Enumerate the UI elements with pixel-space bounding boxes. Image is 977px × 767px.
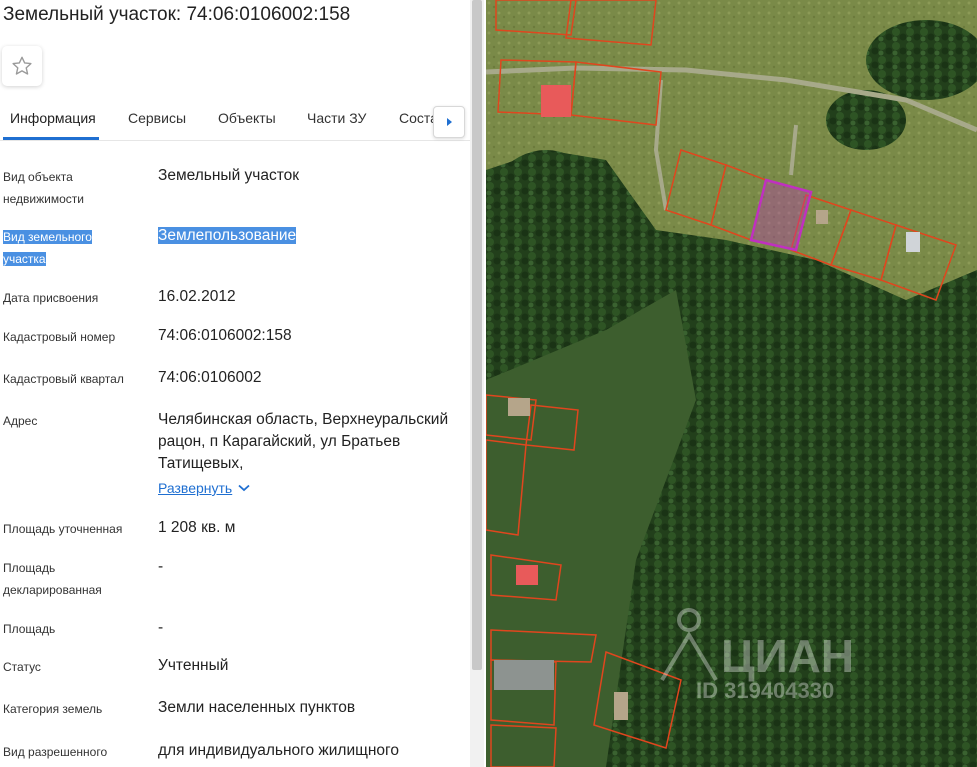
watermark-id: ID 319404330 xyxy=(696,678,834,703)
tab-parts[interactable]: Части ЗУ xyxy=(307,110,366,126)
field-value-cadastral-quarter: 74:06:0106002 xyxy=(158,369,262,386)
house-roof xyxy=(906,232,920,252)
chevron-down-icon xyxy=(238,484,250,492)
house-roof xyxy=(541,85,571,117)
field-value-assignment-date: 16.02.2012 xyxy=(158,288,236,305)
panel-scrollbar[interactable] xyxy=(470,0,484,767)
satellite-map[interactable]: ЦИАН ID 319404330 xyxy=(486,0,977,767)
field-label-cadastral-number: Кадастровый номер xyxy=(3,330,116,344)
expand-label: Развернуть xyxy=(158,480,233,496)
field-value-object-type: Земельный участок xyxy=(158,167,300,184)
field-label-area: Площадь xyxy=(3,622,56,636)
expand-address-link[interactable]: Развернуть xyxy=(158,480,250,496)
chevron-right-icon xyxy=(447,118,452,126)
house-roof xyxy=(614,692,628,720)
field-label-assignment-date: Дата присвоения xyxy=(3,291,99,305)
active-tab-indicator xyxy=(3,137,99,140)
field-value-land-category: Земли населенных пунктов xyxy=(158,699,356,716)
field-value-area: - xyxy=(158,619,164,636)
field-value-land-type: Землепользование xyxy=(158,225,458,247)
field-label-object-type: Вид объекта недвижимости xyxy=(3,170,84,206)
tab-services[interactable]: Сервисы xyxy=(128,110,186,126)
house-roof xyxy=(816,210,828,224)
highlighted-text: Вид земельного участка xyxy=(3,230,92,266)
field-label-land-type: Вид земельного участка xyxy=(3,226,103,270)
tab-information[interactable]: Информация xyxy=(10,110,96,126)
highlighted-text: Землепользование xyxy=(158,227,297,244)
field-label-status: Статус xyxy=(3,660,41,674)
field-value-address: Челябинская область, Верхнеуральский рац… xyxy=(158,411,449,472)
field-value-permitted-use: для индивидуального жилищного xyxy=(158,742,399,759)
field-value-cadastral-number: 74:06:0106002:158 xyxy=(158,327,292,344)
page-title: Земельный участок: 74:06:0106002:158 xyxy=(3,4,351,25)
field-value-area-specified: 1 208 кв. м xyxy=(158,519,236,536)
tab-objects[interactable]: Объекты xyxy=(218,110,276,126)
field-value-status: Учтенный xyxy=(158,657,229,674)
tab-bar: Информация Сервисы Объекты Части ЗУ Сост… xyxy=(0,100,470,141)
field-label-area-specified: Площадь уточненная xyxy=(3,522,123,536)
house-roof xyxy=(516,565,538,585)
field-label-area-declared: Площадь декларированная xyxy=(3,561,102,597)
watermark-brand: ЦИАН xyxy=(721,630,854,682)
info-panel: Земельный участок: 74:06:0106002:158 Инф… xyxy=(0,0,470,767)
star-icon xyxy=(12,56,32,75)
map-canvas: ЦИАН ID 319404330 xyxy=(486,0,977,767)
house-roof xyxy=(508,398,530,416)
favorite-button[interactable] xyxy=(2,46,42,86)
tabs-scroll-right-button[interactable] xyxy=(433,106,465,138)
field-value-area-declared: - xyxy=(158,558,164,575)
field-label-permitted-use: Вид разрешенного xyxy=(3,745,108,759)
field-label-land-category: Категория земель xyxy=(3,702,103,716)
scrollbar-thumb[interactable] xyxy=(472,0,482,670)
shed-roof xyxy=(494,660,554,690)
field-label-address: Адрес xyxy=(3,414,38,428)
field-label-cadastral-quarter: Кадастровый квартал xyxy=(3,372,124,386)
